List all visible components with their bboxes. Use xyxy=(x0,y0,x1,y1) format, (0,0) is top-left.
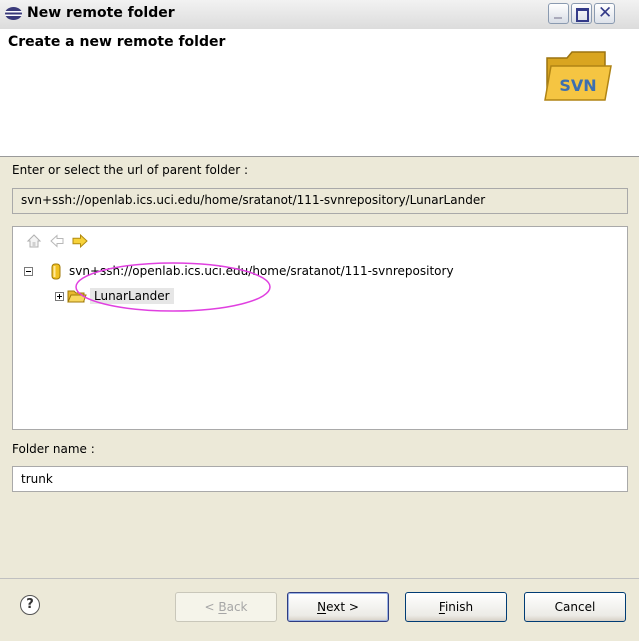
parent-url-field[interactable]: svn+ssh://openlab.ics.uci.edu/home/srata… xyxy=(12,188,628,214)
back-button-prefix: < xyxy=(204,600,219,614)
annotation-highlight-ellipse xyxy=(75,262,271,312)
next-button-rest: ext > xyxy=(326,600,359,614)
close-icon: ✕ xyxy=(598,3,613,23)
back-button[interactable]: < Back xyxy=(175,592,277,622)
expand-toggle-icon[interactable] xyxy=(55,292,64,301)
repository-tree-panel[interactable]: svn+ssh://openlab.ics.uci.edu/home/srata… xyxy=(12,226,628,430)
title-bar[interactable]: New remote folder ✕ xyxy=(0,0,639,30)
finish-button[interactable]: Finish xyxy=(405,592,507,622)
next-button[interactable]: Next > xyxy=(287,592,389,622)
collapse-toggle-icon[interactable] xyxy=(24,267,33,276)
folder-name-input[interactable] xyxy=(12,466,628,492)
eclipse-app-icon xyxy=(5,7,22,20)
help-icon[interactable]: ? xyxy=(20,595,40,615)
home-icon[interactable] xyxy=(26,233,42,249)
folder-name-label: Folder name : xyxy=(12,442,95,456)
next-button-mnemonic: N xyxy=(317,600,327,614)
tree-toolbar xyxy=(13,227,627,255)
minimize-button[interactable] xyxy=(548,3,569,24)
back-arrow-icon[interactable] xyxy=(49,233,65,249)
window-title: New remote folder xyxy=(27,5,175,21)
svn-logo-text: SVN xyxy=(559,76,596,95)
maximize-button[interactable] xyxy=(571,3,592,24)
footer-divider xyxy=(0,578,639,579)
back-button-rest: ack xyxy=(226,600,248,614)
wizard-page-title: Create a new remote folder xyxy=(8,34,226,50)
cancel-button[interactable]: Cancel xyxy=(524,592,626,622)
forward-arrow-icon[interactable] xyxy=(71,233,89,249)
back-button-mnemonic: B xyxy=(218,600,227,614)
svn-folder-logo: SVN xyxy=(544,51,612,101)
finish-button-rest: inish xyxy=(444,600,474,614)
repository-icon xyxy=(51,263,61,280)
dialog-window: New remote folder ✕ Create a new remote … xyxy=(0,0,639,641)
parent-url-label: Enter or select the url of parent folder… xyxy=(12,163,248,177)
close-button[interactable]: ✕ xyxy=(594,3,615,24)
